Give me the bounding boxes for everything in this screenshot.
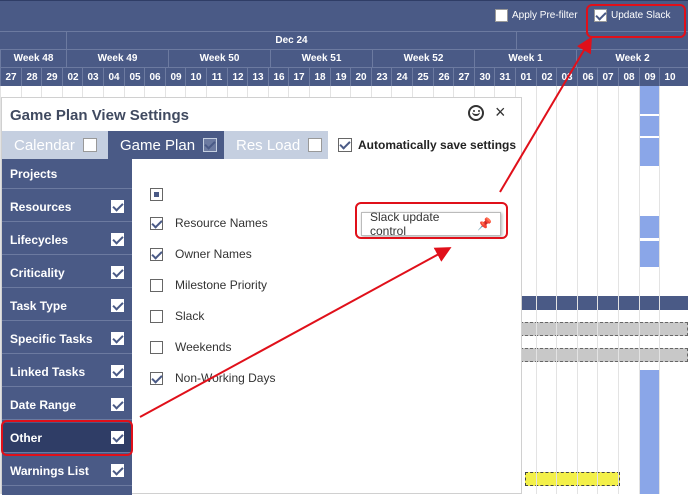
arrow-to-update-slack	[499, 36, 593, 193]
annotation-arrows	[139, 36, 593, 418]
arrow-to-tooltip	[139, 247, 452, 418]
